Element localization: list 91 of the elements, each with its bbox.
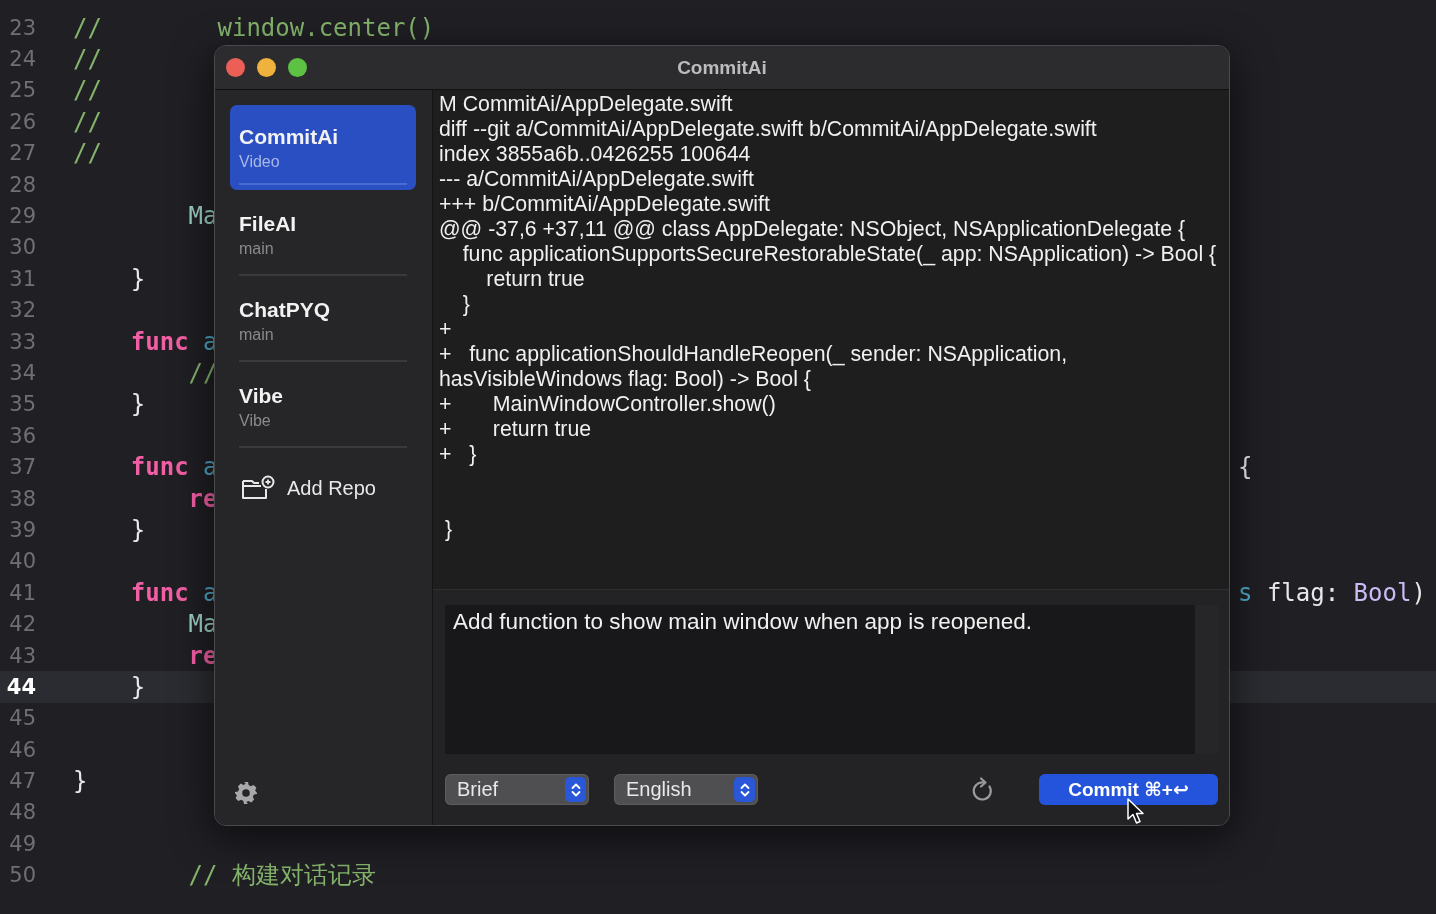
line-number: 24 xyxy=(8,47,36,72)
line-number: 27 xyxy=(8,141,36,166)
line-number: 39 xyxy=(8,517,36,542)
settings-icon[interactable] xyxy=(234,781,258,805)
code-text: } xyxy=(129,390,146,419)
diff-line: func applicationSupportsSecureRestorableState(_ app: NSApplication) -> Bool { xyxy=(461,242,1218,267)
code-text: } xyxy=(73,767,88,796)
code-text: // xyxy=(187,359,218,387)
diff-line: +++ b/CommitAi/AppDelegate.swift xyxy=(439,192,771,217)
code-text: window.center() xyxy=(216,13,435,42)
repo-name: Vibe xyxy=(239,383,284,408)
diff-line: hasVisibleWindows flag: Bool) -> Bool { xyxy=(439,367,812,392)
folder-plus-icon xyxy=(241,475,275,501)
line-number: 36 xyxy=(8,423,36,448)
line-number: 23 xyxy=(8,15,36,40)
minimize-button[interactable] xyxy=(257,58,276,77)
language-popup[interactable]: English xyxy=(614,774,758,805)
zoom-button[interactable] xyxy=(288,58,307,77)
close-button[interactable] xyxy=(226,58,245,77)
repo-item[interactable]: CommitAi Video xyxy=(230,105,416,190)
code-text: } xyxy=(129,264,146,293)
diff-line: index 3855a6b..0426255 100644 xyxy=(439,142,752,167)
diff-line: + MainWindowController.show() xyxy=(439,392,777,417)
line-number: 35 xyxy=(8,392,36,417)
code-text: Bool xyxy=(1352,578,1412,607)
line-number: 30 xyxy=(8,235,36,260)
line-number: 32 xyxy=(8,298,36,323)
code-text: func xyxy=(129,453,189,482)
line-number: 26 xyxy=(8,109,36,134)
line-number: 29 xyxy=(8,204,36,229)
style-popup[interactable]: Brief xyxy=(445,774,589,805)
line-number: 44 xyxy=(5,674,36,699)
branch-name: Vibe xyxy=(239,411,272,430)
diff-line: M CommitAi/AppDelegate.swift xyxy=(439,92,734,117)
diff-line: diff --git a/CommitAi/AppDelegate.swift b/CommitAi/AppDelegate.swift xyxy=(439,117,1098,142)
code-text: // xyxy=(73,45,102,74)
chevron-icon xyxy=(734,777,755,802)
repo-item[interactable]: FileAI main xyxy=(230,191,416,276)
line-number: 50 xyxy=(8,863,36,888)
line-number: 41 xyxy=(8,580,36,605)
code-text: // xyxy=(73,13,102,42)
repo-name: CommitAi xyxy=(239,125,340,149)
branch-name: Video xyxy=(239,153,281,171)
repo-item[interactable]: ChatPYQ main xyxy=(230,277,416,362)
code-text: s xyxy=(1238,578,1253,607)
diff-line: } xyxy=(461,292,471,317)
line-number: 47 xyxy=(8,769,36,794)
line-number: 49 xyxy=(8,831,36,856)
diff-line: --- a/CommitAi/AppDelegate.swift xyxy=(439,167,755,192)
code-text: // xyxy=(73,139,102,168)
line-number: 37 xyxy=(8,455,36,480)
code-text: { xyxy=(1238,453,1253,482)
diff-line: + func applicationShouldHandleReopen(_ sender: NSApplication, xyxy=(439,342,1069,367)
line-number: 28 xyxy=(8,172,36,197)
line-number: 25 xyxy=(8,78,36,103)
diff-line: @@ -37,6 +37,11 @@ class AppDelegate: NSObject, NSApplicationDelegate { xyxy=(439,217,1187,242)
diff-line: + } xyxy=(439,442,478,467)
commit-button[interactable]: Commit ⌘+↩ xyxy=(1039,774,1218,805)
code-text: } xyxy=(129,672,146,701)
repo-name: ChatPYQ xyxy=(239,297,331,322)
line-number: 45 xyxy=(8,706,36,731)
diff-line: + xyxy=(439,317,453,342)
branch-name: main xyxy=(239,325,275,344)
chevron-icon xyxy=(565,777,586,802)
line-number: 42 xyxy=(8,612,36,637)
diff-line: + return true xyxy=(439,417,593,442)
line-number: 38 xyxy=(8,486,36,511)
line-number: 31 xyxy=(8,266,36,291)
code-text: // xyxy=(73,107,102,136)
diff-line: } xyxy=(443,517,454,542)
line-number: 33 xyxy=(8,329,36,354)
window-title: CommitAi xyxy=(677,56,767,79)
code-text: func xyxy=(129,327,189,356)
cursor-icon xyxy=(1127,798,1145,825)
repo-name: FileAI xyxy=(239,211,298,236)
line-number: 48 xyxy=(8,800,36,825)
commit-message-field[interactable]: Add function to show main window when app is reopened. xyxy=(445,605,1218,754)
code-text: ) xyxy=(1411,578,1426,607)
code-text: // xyxy=(73,76,102,105)
code-text: func xyxy=(129,578,189,607)
branch-name: main xyxy=(239,239,275,258)
repo-item[interactable]: Vibe Vibe xyxy=(230,363,416,448)
line-number: 34 xyxy=(8,361,36,385)
diff-line: return true xyxy=(485,267,586,292)
code-text: flag: xyxy=(1265,578,1340,607)
line-number: 46 xyxy=(8,737,36,762)
code-text: } xyxy=(129,515,146,544)
add-repo-button[interactable]: Add Repo xyxy=(241,475,376,501)
line-number: 40 xyxy=(8,549,36,574)
line-number: 43 xyxy=(8,643,36,668)
code-text: // 构建对话记录 xyxy=(187,860,376,892)
